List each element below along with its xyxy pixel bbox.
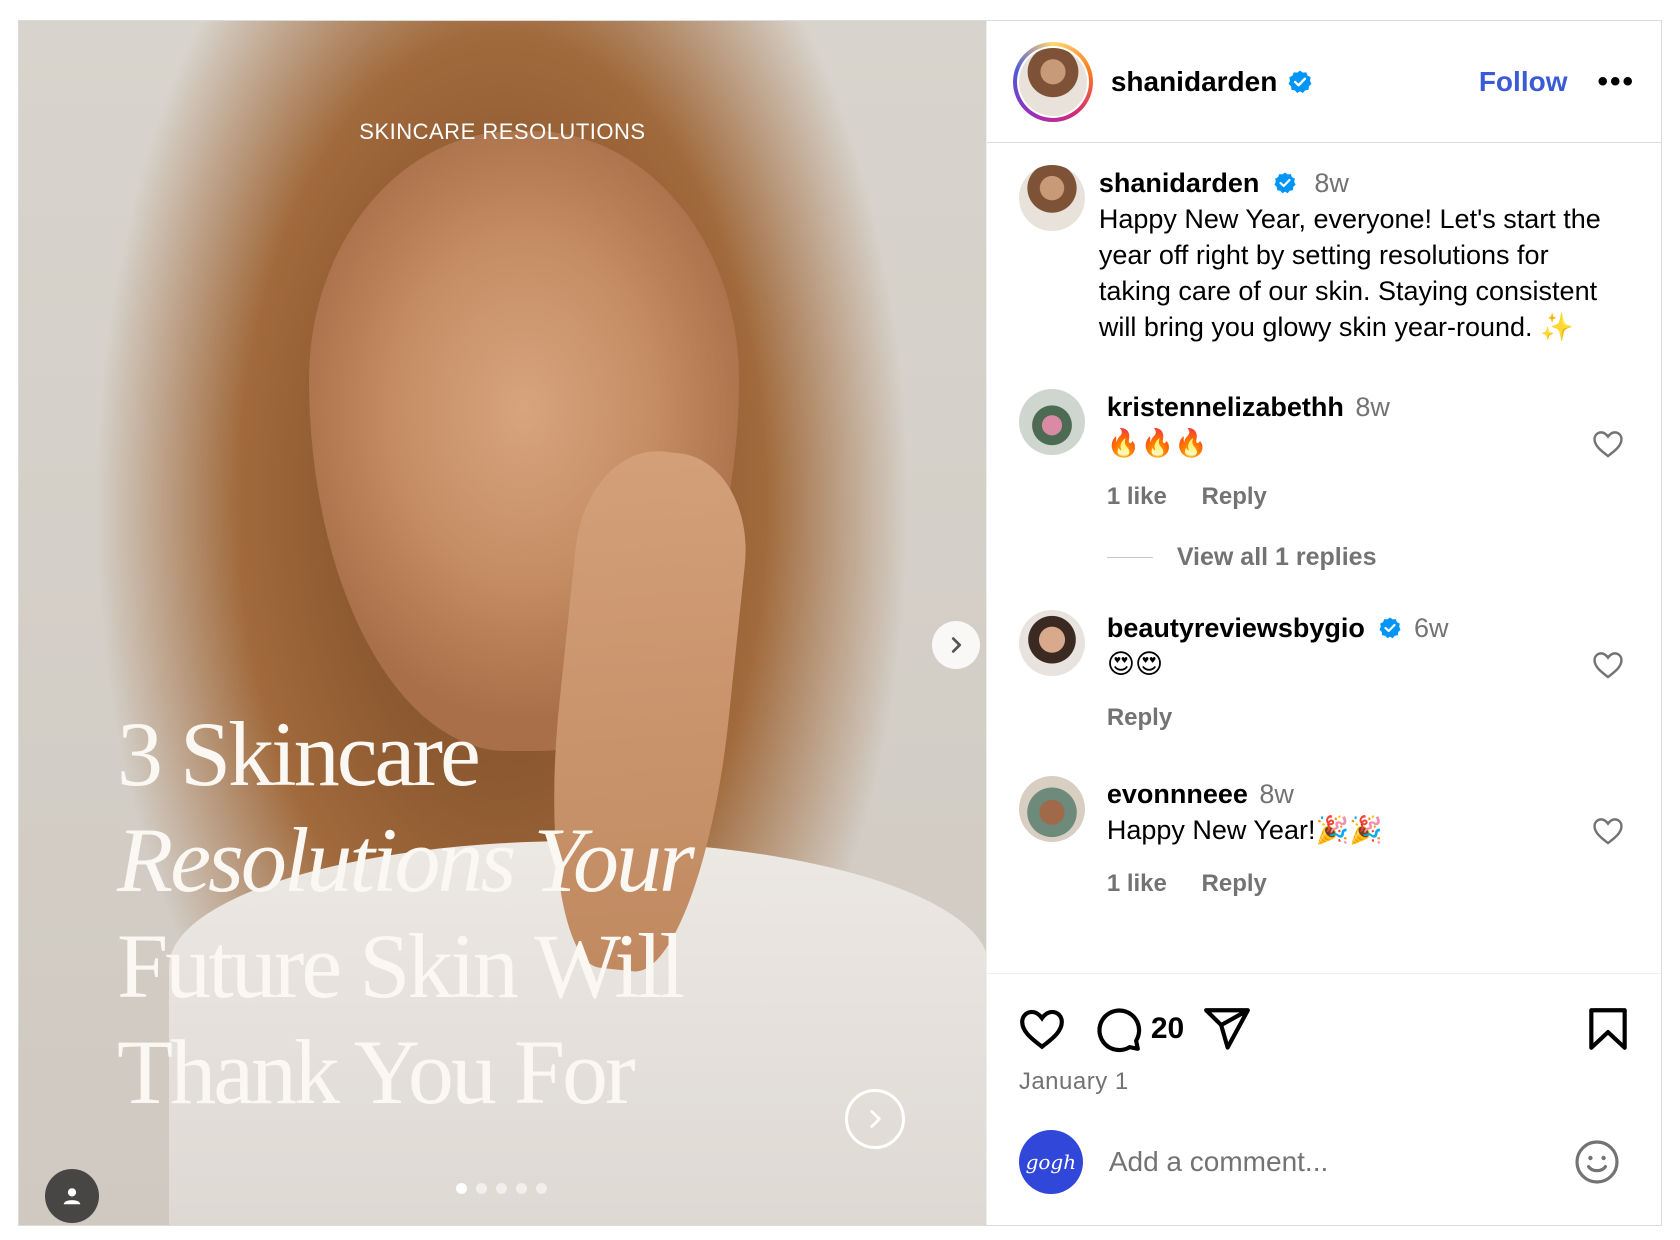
- comment-likes[interactable]: 1 like: [1107, 870, 1167, 897]
- save-bookmark-icon[interactable]: [1583, 1004, 1633, 1054]
- comment-reply-button[interactable]: Reply: [1202, 870, 1267, 897]
- headline-line-4: Thank You For: [117, 1021, 636, 1123]
- verified-badge-icon: [1288, 70, 1312, 93]
- view-replies-button[interactable]: View all 1 replies: [1106, 543, 1633, 572]
- comment-item: evonnneee 8w Happy New Year!🎉🎉 1 like Re…: [1018, 776, 1633, 902]
- heart-outline-icon[interactable]: [1591, 427, 1625, 461]
- author-avatar-story-ring[interactable]: [1012, 41, 1093, 122]
- emoji-picker-icon[interactable]: [1573, 1138, 1621, 1186]
- verified-badge-icon: [1274, 172, 1296, 194]
- commenter-avatar[interactable]: [1018, 776, 1085, 842]
- heart-outline-icon[interactable]: [1591, 814, 1625, 848]
- commenter-username[interactable]: evonnneee: [1107, 779, 1248, 809]
- caption-username[interactable]: shanidarden: [1099, 168, 1260, 198]
- post-media[interactable]: SKINCARE RESOLUTIONS 3 Skincare Resoluti…: [19, 21, 986, 1225]
- share-send-icon[interactable]: [1202, 1004, 1252, 1054]
- comment-text: 😍😍: [1106, 649, 1164, 679]
- carousel-dot: [496, 1183, 507, 1194]
- comment-item: beautyreviewsbygio 6w 😍😍 Reply: [1018, 610, 1633, 736]
- like-heart-icon[interactable]: [1017, 1004, 1067, 1054]
- comment-time: 8w: [1259, 779, 1294, 809]
- author-username-text: shanidarden: [1110, 65, 1278, 97]
- chevron-right-icon: [870, 1110, 881, 1128]
- carousel-dot: [516, 1183, 527, 1194]
- carousel-dot: [536, 1183, 547, 1194]
- post-date[interactable]: January 1: [987, 1054, 1661, 1096]
- instagram-post-dialog: SKINCARE RESOLUTIONS 3 Skincare Resoluti…: [18, 20, 1662, 1226]
- comment-count: 20: [1150, 1012, 1185, 1045]
- comments-list[interactable]: shanidarden 8w Happy New Year, everyone!…: [987, 143, 1661, 969]
- headline-line-1: 3 Skincare: [117, 703, 481, 805]
- verified-badge-icon: [1379, 617, 1401, 639]
- commenter-username[interactable]: beautyreviewsbygio: [1107, 613, 1365, 643]
- comment-time: 8w: [1355, 392, 1390, 422]
- add-comment-bar: gogh Add a comment...: [987, 1099, 1661, 1225]
- author-username[interactable]: shanidarden: [1111, 66, 1313, 98]
- author-avatar: [1018, 47, 1087, 116]
- chevron-right-icon: [951, 637, 962, 653]
- caption-time: 8w: [1314, 168, 1349, 198]
- post-caption: shanidarden 8w Happy New Year, everyone!…: [1018, 165, 1633, 345]
- comment-time: 6w: [1413, 613, 1449, 643]
- carousel-dot: [476, 1183, 487, 1194]
- post-header: shanidarden Follow •••: [986, 21, 1661, 143]
- heart-outline-icon[interactable]: [1591, 648, 1625, 682]
- replies-divider: [1106, 557, 1153, 558]
- tagged-users-button[interactable]: [45, 1169, 99, 1223]
- commenter-avatar[interactable]: [1018, 610, 1085, 676]
- caption-text: Happy New Year, everyone! Let's start th…: [1098, 204, 1601, 342]
- comment-reply-button[interactable]: Reply: [1107, 704, 1172, 731]
- comment-text: Happy New Year!🎉🎉: [1106, 815, 1383, 845]
- media-overlay-label: SKINCARE RESOLUTIONS: [359, 119, 646, 144]
- carousel-next-button[interactable]: [932, 621, 980, 669]
- commenter-avatar[interactable]: [1018, 389, 1085, 455]
- media-headline: 3 Skincare Resolutions Your Future Skin …: [117, 701, 757, 1125]
- current-user-avatar[interactable]: gogh: [1018, 1130, 1083, 1194]
- headline-line-3: Future Skin Will: [117, 915, 685, 1017]
- headline-line-2: Resolutions Your: [117, 809, 695, 911]
- follow-button[interactable]: Follow: [1479, 66, 1568, 98]
- post-side-panel: shanidarden Follow ••• shanidarden 8w Ha…: [985, 21, 1661, 1225]
- caption-avatar[interactable]: [1018, 165, 1085, 231]
- more-options-icon[interactable]: •••: [1597, 65, 1635, 99]
- add-comment-input[interactable]: Add a comment...: [1109, 1146, 1573, 1178]
- comment-reply-button[interactable]: Reply: [1202, 483, 1267, 510]
- media-next-ring-icon: [845, 1089, 905, 1149]
- comment-item: kristennelizabethh 8w 🔥🔥🔥 1 like Reply: [1018, 389, 1633, 515]
- comment-text: 🔥🔥🔥: [1106, 428, 1208, 458]
- carousel-dot: [456, 1183, 467, 1194]
- commenter-username[interactable]: kristennelizabethh: [1107, 392, 1344, 422]
- carousel-indicators: [456, 1183, 547, 1194]
- comment-bubble-icon[interactable]: [1093, 1004, 1143, 1054]
- view-replies-label: View all 1 replies: [1176, 543, 1377, 571]
- comment-likes[interactable]: 1 like: [1107, 483, 1167, 510]
- person-icon: [63, 1188, 81, 1205]
